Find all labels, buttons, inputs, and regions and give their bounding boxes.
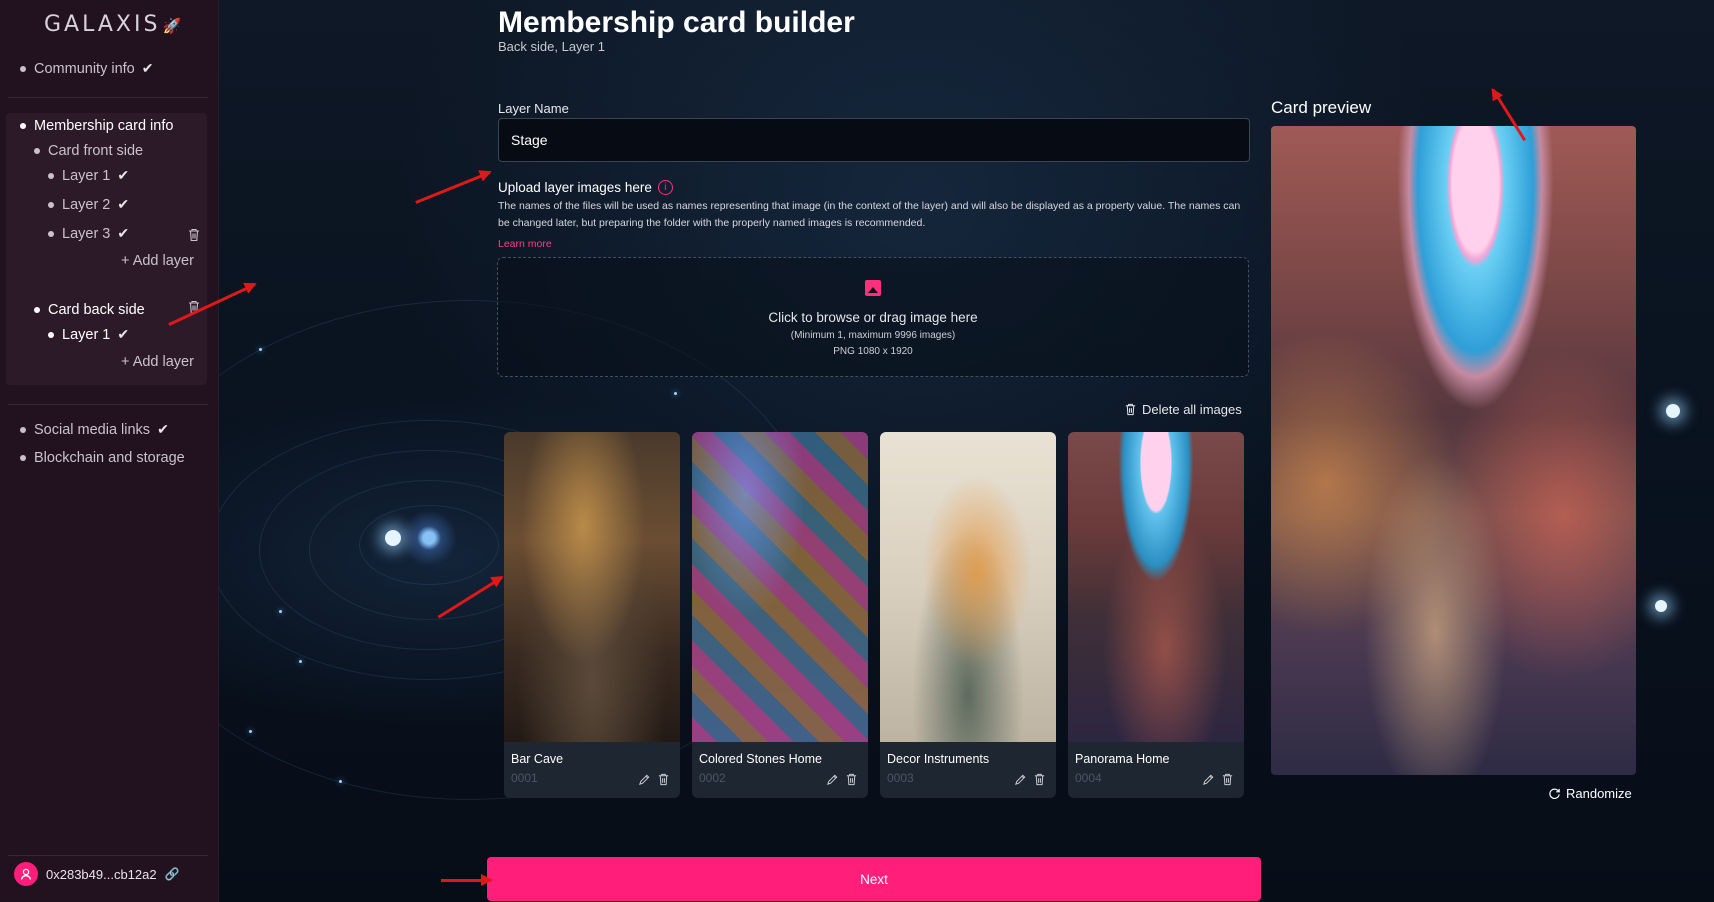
nav-membership-card-info[interactable]: Membership card info xyxy=(20,118,173,134)
nav-label: Layer 3 xyxy=(62,225,111,242)
bullet-icon xyxy=(20,455,26,461)
nav-blockchain-and-storage[interactable]: Blockchain and storage xyxy=(20,450,185,466)
image-dropzone[interactable]: Click to browse or drag image here (Mini… xyxy=(497,257,1249,377)
info-icon[interactable]: i xyxy=(657,180,673,195)
trash-icon xyxy=(1125,403,1136,416)
galaxis-logo[interactable]: GALAXIS 🚀 xyxy=(44,12,184,37)
trash-icon[interactable] xyxy=(1033,773,1046,786)
card-preview-image xyxy=(1271,126,1636,775)
divider xyxy=(8,855,208,856)
layer-name-label: Layer Name xyxy=(498,101,569,116)
image-name: Colored Stones Home xyxy=(699,752,822,766)
image-name: Bar Cave xyxy=(511,752,564,766)
nav-front-layer-1[interactable]: Layer 1 ✔ xyxy=(48,167,129,184)
annotation-arrow xyxy=(441,874,493,886)
image-thumbnail xyxy=(880,432,1056,742)
image-id: 0003 xyxy=(887,771,914,785)
page-title: Membership card builder xyxy=(498,6,855,39)
rocket-icon: 🚀 xyxy=(162,17,185,35)
dropzone-limits: (Minimum 1, maximum 9996 images) xyxy=(790,330,956,341)
trash-icon[interactable] xyxy=(187,228,201,242)
edit-icon[interactable] xyxy=(1014,773,1027,786)
bullet-icon xyxy=(20,65,26,72)
add-front-layer-button[interactable]: + Add layer xyxy=(121,253,194,269)
upload-label: Upload layer images here i xyxy=(498,180,673,195)
image-id: 0001 xyxy=(511,771,538,785)
edit-icon[interactable] xyxy=(1202,773,1215,786)
checkmark-icon: ✔ xyxy=(117,167,130,183)
wallet-address-text: 0x283b49...cb12a2 xyxy=(46,866,157,882)
checkmark-icon: ✔ xyxy=(141,60,154,76)
learn-more-link[interactable]: Learn more xyxy=(498,238,552,250)
image-card[interactable]: Decor Instruments 0003 xyxy=(880,432,1056,798)
image-card[interactable]: Colored Stones Home 0002 xyxy=(692,432,868,798)
image-thumbnail xyxy=(1068,432,1244,742)
edit-icon[interactable] xyxy=(638,773,651,786)
nav-label: Layer 1 xyxy=(62,167,111,184)
sidebar: GALAXIS 🚀 Community info ✔ Membership car… xyxy=(0,0,219,902)
bullet-icon xyxy=(48,331,54,338)
bullet-icon xyxy=(34,307,40,313)
image-name: Panorama Home xyxy=(1075,752,1170,766)
image-card[interactable]: Panorama Home 0004 xyxy=(1068,432,1244,798)
nav-front-layer-2[interactable]: Layer 2 ✔ xyxy=(48,196,129,213)
checkmark-icon: ✔ xyxy=(117,225,130,241)
checkmark-icon: ✔ xyxy=(157,421,169,437)
trash-icon[interactable] xyxy=(1221,773,1234,786)
image-id: 0002 xyxy=(699,771,726,785)
image-thumbnail xyxy=(692,432,868,742)
nav-social-media-links[interactable]: Social media links ✔ xyxy=(20,421,169,438)
randomize-button[interactable]: Randomize xyxy=(1548,786,1632,801)
nav-label: Card front side xyxy=(48,143,144,159)
nav-card-front-side[interactable]: Card front side xyxy=(34,143,143,159)
next-button[interactable]: Next xyxy=(487,857,1261,901)
delete-all-label: Delete all images xyxy=(1142,402,1242,417)
page-subtitle: Back side, Layer 1 xyxy=(498,39,605,54)
image-name: Decor Instruments xyxy=(887,752,990,766)
checkmark-icon: ✔ xyxy=(117,196,130,212)
nav-label: Layer 1 xyxy=(62,326,111,343)
image-icon xyxy=(865,280,881,296)
add-back-layer-button[interactable]: + Add layer xyxy=(121,354,194,370)
upload-label-text: Upload layer images here xyxy=(498,180,652,195)
trash-icon[interactable] xyxy=(657,773,670,786)
nav-label: Blockchain and storage xyxy=(34,450,185,466)
checkmark-icon: ✔ xyxy=(117,326,130,342)
nav-label: Layer 2 xyxy=(62,196,111,213)
refresh-icon xyxy=(1549,788,1560,799)
delete-all-images-button[interactable]: Delete all images xyxy=(1124,402,1242,417)
edit-icon[interactable] xyxy=(826,773,839,786)
dropzone-format: PNG 1080 x 1920 xyxy=(833,346,913,357)
bullet-icon xyxy=(48,230,54,237)
image-thumbnail xyxy=(504,432,680,742)
bullet-icon xyxy=(48,201,54,208)
nav-card-back-side[interactable]: Card back side xyxy=(34,302,145,318)
nav-label: Social media links xyxy=(34,421,151,438)
nav-label: Community info xyxy=(34,60,135,77)
nav-label: Card back side xyxy=(48,302,145,318)
upload-description: The names of the files will be used as n… xyxy=(498,200,1241,229)
nav-back-layer-1[interactable]: Layer 1 ✔ xyxy=(48,326,129,343)
nav-label: Membership card info xyxy=(34,118,174,134)
randomize-label: Randomize xyxy=(1566,786,1632,801)
wallet-address[interactable]: 0x283b49...cb12a2 🔗 xyxy=(14,862,180,886)
bullet-icon xyxy=(20,123,26,129)
nav-front-layer-3[interactable]: Layer 3 ✔ xyxy=(48,225,129,242)
divider xyxy=(8,404,208,405)
user-avatar-icon xyxy=(14,862,38,886)
layer-name-input[interactable]: Stage xyxy=(498,118,1250,162)
card-preview-title: Card preview xyxy=(1271,98,1372,117)
bullet-icon xyxy=(34,148,40,154)
nav-community-info[interactable]: Community info ✔ xyxy=(20,60,153,77)
image-id: 0004 xyxy=(1075,771,1102,785)
dropzone-text: Click to browse or drag image here xyxy=(768,310,978,325)
copy-icon[interactable]: 🔗 xyxy=(165,867,180,881)
bullet-icon xyxy=(20,426,26,433)
bullet-icon xyxy=(48,172,54,179)
image-card[interactable]: Bar Cave 0001 xyxy=(504,432,680,798)
trash-icon[interactable] xyxy=(845,773,858,786)
divider xyxy=(8,97,208,98)
